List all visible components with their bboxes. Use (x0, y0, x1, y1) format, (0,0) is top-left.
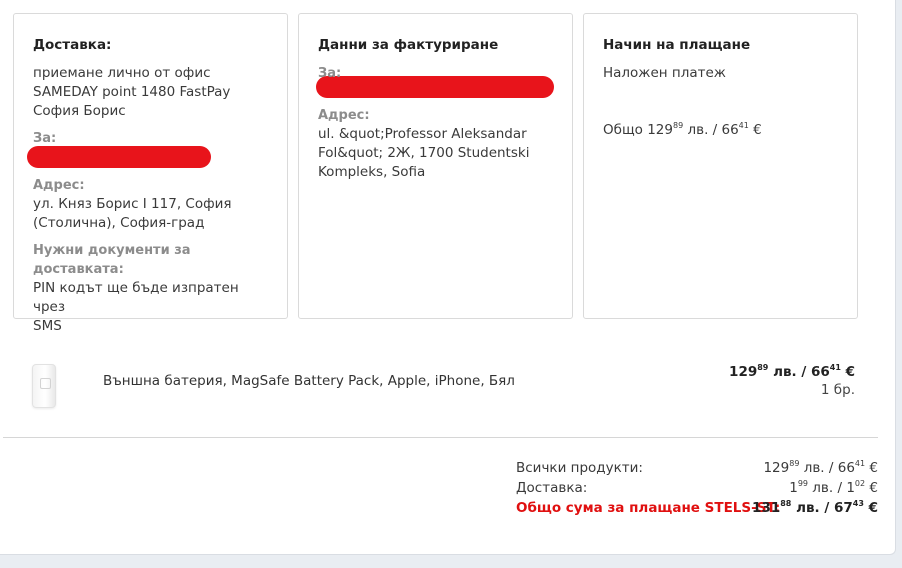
totals-delivery-row: Доставка: 199 лв. / 102 € (516, 478, 878, 498)
billing-address-line-1: ul. &quot;Professor Aleksandar (318, 126, 527, 142)
product-name[interactable]: Външна батерия, MagSafe Battery Pack, Ap… (103, 373, 515, 389)
totals-products-label: Всички продукти: (516, 460, 643, 476)
payment-title: Начин на плащане (603, 37, 751, 53)
billing-title: Данни за фактуриране (318, 37, 499, 53)
billing-address-label: Адрес: (318, 108, 370, 123)
totals-block: Всички продукти: 12989 лв. / 6641 € Дост… (516, 458, 878, 518)
delivery-docs-line-2: SMS (33, 318, 62, 334)
delivery-card: Доставка: приемане лично от офис SAMEDAY… (13, 13, 288, 334)
product-price: 12989 лв. / 6641 € (729, 363, 855, 381)
redacted-recipient-name (27, 146, 211, 168)
billing-card: Данни за фактуриране За: Адрес: ul. &quo… (298, 13, 573, 319)
totals-products-row: Всички продукти: 12989 лв. / 6641 € (516, 458, 878, 478)
payment-method: Наложен платеж (603, 65, 726, 81)
billing-recipient-label: За: (318, 66, 342, 81)
delivery-title: Доставка: (33, 37, 112, 53)
totals-delivery-label: Доставка: (516, 480, 588, 496)
order-summary-panel: Доставка: приемане лично от офис SAMEDAY… (0, 0, 896, 555)
payment-card: Начин на плащане Наложен платеж Общо 129… (583, 13, 858, 319)
product-quantity: 1 бр. (820, 382, 855, 398)
divider (3, 437, 878, 438)
totals-grand-value: 13188 лв. / 6743 € (752, 499, 878, 517)
billing-address-line-3: Kompleks, Sofia (318, 164, 426, 180)
payment-total: Общо 12989 лв. / 6641 € (603, 121, 762, 139)
totals-grand-label: Общо сума за плащане STELS-ST: (516, 500, 781, 516)
billing-address-line-2: Fol&quot; 2Ж, 1700 Studentski (318, 145, 530, 161)
totals-grand-row: Общо сума за плащане STELS-ST: 13188 лв.… (516, 498, 878, 518)
delivery-method-line-1: приемане лично от офис (33, 65, 211, 81)
product-row: Външна батерия, MagSafe Battery Pack, Ap… (0, 352, 896, 418)
delivery-address-line-1: ул. Княз Борис I 117, София (33, 196, 232, 212)
totals-delivery-value: 199 лв. / 102 € (789, 479, 878, 497)
redacted-billing-name (316, 76, 554, 98)
delivery-method-line-3: София Борис (33, 103, 126, 119)
product-thumbnail[interactable] (32, 364, 56, 408)
delivery-address-label: Адрес: (33, 178, 85, 193)
delivery-docs-line-1: PIN кодът ще бъде изпратен чрез (33, 280, 239, 315)
delivery-method-line-2: SAMEDAY point 1480 FastPay (33, 84, 231, 100)
delivery-docs-label: Нужни документи за доставката: (33, 243, 191, 277)
delivery-address-line-2: (Столична), София-град (33, 215, 205, 231)
totals-products-value: 12989 лв. / 6641 € (763, 459, 878, 477)
